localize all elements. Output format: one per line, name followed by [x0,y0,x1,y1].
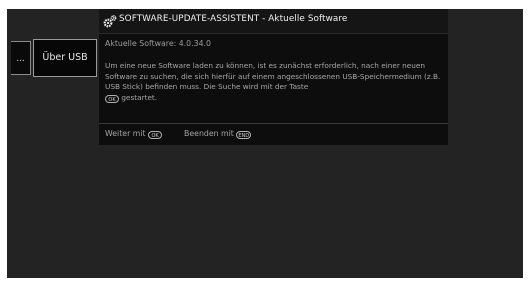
menu-item-previous[interactable]: ... [11,41,31,75]
exit-button[interactable]: Beenden mit END [184,129,252,139]
ok-key-icon: OK [105,94,119,103]
description-end-text: gestartet. [121,92,158,102]
description-text: Um eine neue Software laden zu können, i… [105,61,441,92]
tv-screen: ... Über USB SOFTWARE-UPDATE-ASSISTENT -… [7,9,523,278]
next-button[interactable]: Weiter mit OK [105,129,163,139]
software-update-dialog: SOFTWARE-UPDATE-ASSISTENT - Aktuelle Sof… [99,9,448,145]
end-key-icon: END [236,131,252,139]
menu-item-usb-label: Über USB [42,52,88,63]
dialog-title: SOFTWARE-UPDATE-ASSISTENT - Aktuelle Sof… [119,14,348,24]
ok-key-icon: OK [148,131,163,139]
dialog-footer: Weiter mit OK Beenden mit END [99,123,448,145]
dialog-header: SOFTWARE-UPDATE-ASSISTENT - Aktuelle Sof… [99,9,448,34]
exit-label: Beenden mit [184,129,234,138]
version-label: Aktuelle Software: [105,39,177,48]
dialog-description: Um eine neue Software laden zu können, i… [105,61,443,103]
version-value: 4.0.34.0 [178,39,211,48]
menu-item-previous-label: ... [16,54,25,64]
gears-icon [103,15,117,28]
next-label: Weiter mit [105,129,146,138]
menu-item-usb[interactable]: Über USB [33,39,97,77]
current-version-line: Aktuelle Software: 4.0.34.0 [105,39,211,48]
